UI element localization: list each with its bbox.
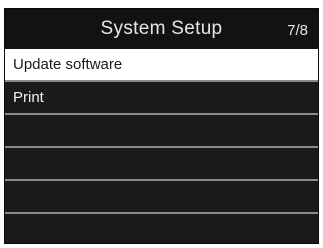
menu-item-empty (5, 214, 318, 243)
menu-item-empty (5, 115, 318, 148)
page-indicator: 7/8 (287, 22, 308, 39)
page-title: System Setup (100, 18, 223, 39)
menu-item-empty (5, 148, 318, 181)
device-screen: System Setup 7/8 Update software Print (4, 8, 319, 244)
menu-item-print[interactable]: Print (5, 82, 318, 115)
menu-list: Update software Print (5, 49, 318, 243)
menu-item-label: Update software (13, 56, 123, 73)
header-bar: System Setup 7/8 (5, 9, 318, 49)
menu-item-label: Print (13, 89, 44, 106)
menu-item-empty (5, 181, 318, 214)
menu-item-update-software[interactable]: Update software (5, 49, 318, 82)
